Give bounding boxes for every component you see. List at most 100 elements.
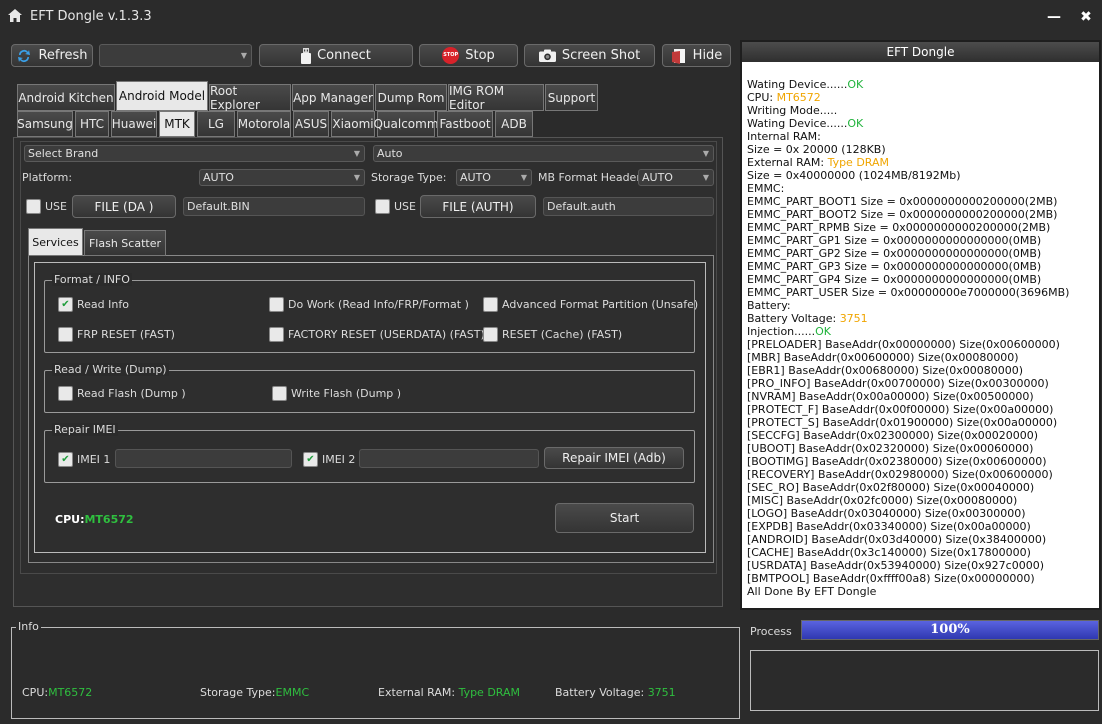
screenshot-button[interactable]: Screen Shot <box>524 44 655 67</box>
frp-reset-checkbox[interactable]: ✔ FRP RESET (FAST) <box>58 327 175 342</box>
advanced-format-checkbox[interactable]: ✔ Advanced Format Partition (Unsafe) <box>483 297 698 312</box>
minimize-button[interactable]: — <box>1042 6 1066 28</box>
log-segment: OK <box>815 325 832 338</box>
process-progress-bar: 100% <box>801 620 1099 640</box>
imei1-input[interactable] <box>115 449 292 468</box>
tab-dump-rom[interactable]: Dump Rom <box>375 84 447 111</box>
info-cpu-value: MT6572 <box>48 686 93 699</box>
platform-select[interactable]: AUTO ▼ <box>199 169 365 186</box>
log-line: [BOOTIMG] BaseAddr(0x02380000) Size(0x00… <box>747 455 1097 468</box>
stop-button[interactable]: STOP Stop <box>419 44 518 67</box>
log-output: Wating Device......OK CPU: MT6572 Writing … <box>747 78 1097 598</box>
tab-services[interactable]: Services <box>28 228 83 256</box>
close-button[interactable]: ✖ <box>1074 6 1098 28</box>
brand-tab-mtk[interactable]: MTK <box>159 111 195 137</box>
file-da-button[interactable]: FILE (DA ) <box>72 195 176 218</box>
brand-tab-htc[interactable]: HTC <box>75 111 109 137</box>
do-work-checkbox[interactable]: ✔ Do Work (Read Info/FRP/Format ) <box>269 297 469 312</box>
write-flash-checkbox[interactable]: ✔ Write Flash (Dump ) <box>272 386 401 401</box>
tab-android-model[interactable]: Android Model <box>116 81 208 111</box>
hide-button[interactable]: Hide <box>662 44 731 67</box>
brand-tab-qualcomm[interactable]: Qualcomm <box>373 111 439 137</box>
file-auth-button[interactable]: FILE (AUTH) <box>420 195 536 218</box>
brand-tab-xiaomi[interactable]: Xiaomi <box>331 111 375 137</box>
info-cpu: CPU:MT6572 <box>22 686 92 699</box>
log-segment: [SEC_RO] BaseAddr(0x02f80000) Size(0x000… <box>747 481 1035 494</box>
platform-label: Platform: <box>22 171 73 184</box>
file-auth-label: FILE (AUTH) <box>442 199 514 214</box>
read-flash-checkbox[interactable]: ✔ Read Flash (Dump ) <box>58 386 186 401</box>
log-line: Battery: <box>747 299 1097 312</box>
brand-tab-adb[interactable]: ADB <box>495 111 533 137</box>
checkbox-icon: ✔ <box>375 199 390 214</box>
use-auth-checkbox[interactable]: ✔ USE <box>375 199 416 214</box>
log-line: [PRELOADER] BaseAddr(0x00000000) Size(0x… <box>747 338 1097 351</box>
hide-label: Hide <box>692 48 723 63</box>
auth-file-field[interactable]: Default.auth <box>543 197 714 216</box>
imei2-input[interactable] <box>359 449 539 468</box>
log-line: Wating Device......OK <box>747 117 1097 130</box>
factory-reset-checkbox[interactable]: ✔ FACTORY RESET (USERDATA) (FAST) <box>269 327 485 342</box>
refresh-icon <box>18 49 31 62</box>
stop-label: Stop <box>465 48 495 63</box>
close-icon: ✖ <box>1080 9 1092 25</box>
log-segment: Battery Voltage: <box>747 312 840 325</box>
stop-sign-icon: STOP <box>442 47 460 64</box>
storage-type-select[interactable]: AUTO ▼ <box>456 169 532 186</box>
log-line: EMMC_PART_GP1 Size = 0x0000000000000000(… <box>747 234 1097 247</box>
device-select[interactable]: ▼ <box>99 44 252 67</box>
log-segment: Internal RAM: <box>747 130 821 143</box>
tab-img-rom-editor[interactable]: IMG ROM Editor <box>448 84 544 112</box>
checkbox-icon: ✔ <box>483 297 498 312</box>
info-ram-label: External RAM: <box>378 686 459 699</box>
imei2-checkbox[interactable]: ✔ IMEI 2 <box>303 452 355 467</box>
start-button[interactable]: Start <box>555 503 694 533</box>
refresh-button[interactable]: Refresh <box>11 44 93 67</box>
log-segment: [MBR] BaseAddr(0x00600000) Size(0x000800… <box>747 351 1019 364</box>
checkbox-icon: ✔ <box>272 386 287 401</box>
repair-imei-label: Repair IMEI (Adb) <box>562 451 666 465</box>
advanced-format-label: Advanced Format Partition (Unsafe) <box>502 298 699 311</box>
log-segment: EMMC: <box>747 182 785 195</box>
log-segment: External RAM: <box>747 156 828 169</box>
model-select[interactable]: Auto ▼ <box>373 145 714 162</box>
brand-tab-motorola[interactable]: Motorola <box>237 111 291 137</box>
log-segment: [PRELOADER] BaseAddr(0x00000000) Size(0x… <box>747 338 1060 351</box>
tab-support[interactable]: Support <box>545 84 598 111</box>
brand-tab-asus[interactable]: ASUS <box>293 111 329 137</box>
chevron-down-icon: ▼ <box>353 173 360 182</box>
tab-root-explorer[interactable]: Root Explorer <box>209 83 291 112</box>
info-title: Info <box>16 620 41 633</box>
brand-tab-samsung[interactable]: Samsung <box>17 111 73 137</box>
log-segment: Size = 0x 20000 (128KB) <box>747 143 886 156</box>
tab-flash-scatter[interactable]: Flash Scatter <box>84 230 166 256</box>
da-file-field[interactable]: Default.BIN <box>183 197 365 216</box>
brand-tab-label: HTC <box>79 117 105 131</box>
brand-tab-label: ADB <box>501 117 527 131</box>
read-info-checkbox[interactable]: ✔ Read Info <box>58 297 129 312</box>
brand-tab-fastboot[interactable]: Fastboot <box>437 111 493 137</box>
log-line: All Done By EFT Dongle <box>747 585 1097 598</box>
imei1-checkbox[interactable]: ✔ IMEI 1 <box>58 452 110 467</box>
log-line: [UBOOT] BaseAddr(0x02320000) Size(0x0006… <box>747 442 1097 455</box>
connect-button[interactable]: Connect <box>259 44 413 67</box>
repair-imei-button[interactable]: Repair IMEI (Adb) <box>544 447 684 469</box>
brand-tab-huawei[interactable]: Huawei <box>111 111 157 137</box>
log-line: Size = 0x 20000 (128KB) <box>747 143 1097 156</box>
log-segment: EMMC_PART_GP3 Size = 0x0000000000000000(… <box>747 260 1042 273</box>
brand-select[interactable]: Select Brand ▼ <box>24 145 365 162</box>
log-segment: [ANDROID] BaseAddr(0x03d40000) Size(0x38… <box>747 533 1047 546</box>
log-segment: [NVRAM] BaseAddr(0x00a00000) Size(0x0050… <box>747 390 1034 403</box>
progress-percent: 100% <box>930 622 970 637</box>
mb-format-select[interactable]: AUTO ▼ <box>638 169 714 186</box>
brand-tab-lg[interactable]: LG <box>197 111 235 137</box>
tab-app-manager[interactable]: App Manager <box>292 84 374 111</box>
storage-type-label: Storage Type: <box>371 171 447 184</box>
refresh-label: Refresh <box>38 48 88 63</box>
tab-label: Support <box>547 90 596 105</box>
tab-label: Root Explorer <box>210 83 260 112</box>
reset-cache-checkbox[interactable]: ✔ RESET (Cache) (FAST) <box>483 327 622 342</box>
log-line: [MISC] BaseAddr(0x02fc0000) Size(0x00080… <box>747 494 1097 507</box>
use-da-checkbox[interactable]: ✔ USE <box>26 199 67 214</box>
tab-android-kitchen[interactable]: Android Kitchen <box>17 84 115 111</box>
